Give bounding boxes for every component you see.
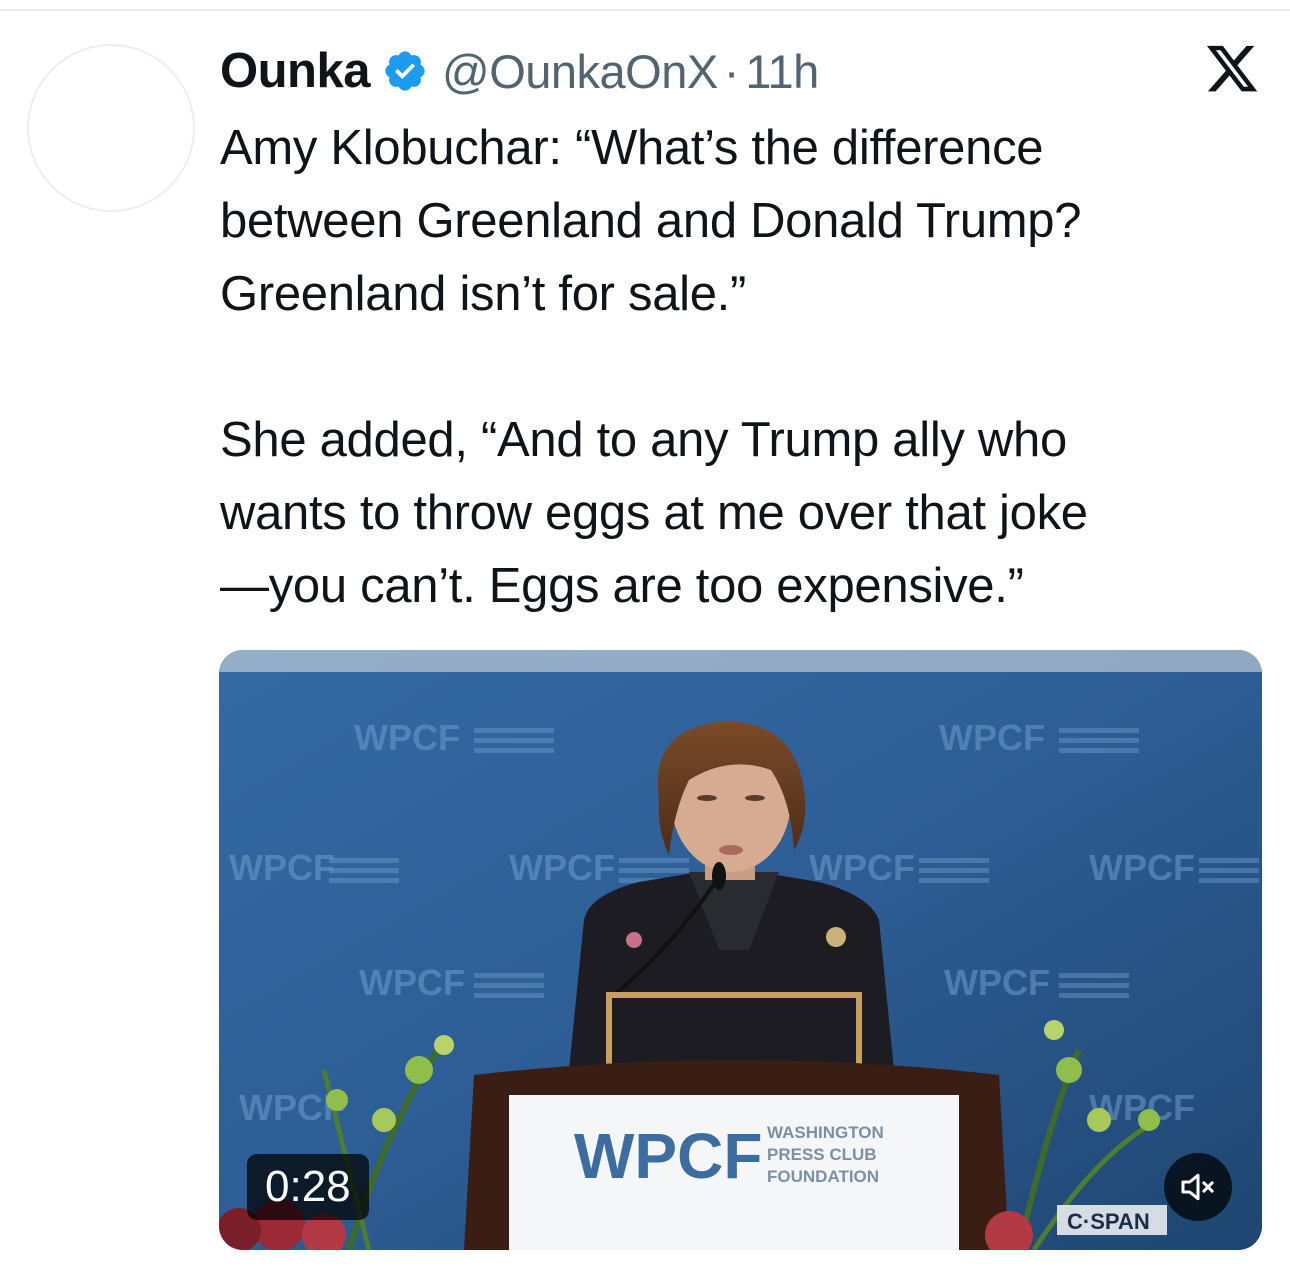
podium-org-line: FOUNDATION <box>767 1167 879 1186</box>
speaker-muted-icon <box>1181 1173 1214 1201</box>
tweet-line: Amy Klobuchar: “What’s the difference <box>220 121 1044 175</box>
tweet-header: Ounka @OunkaOnX · 11h <box>220 38 819 104</box>
top-divider <box>0 9 1290 11</box>
video-player[interactable]: WPCF WPCF WPCF WPCF WPCF WPCF WPCF WPCF … <box>219 650 1262 1250</box>
tweet-line: wants to throw eggs at me over that joke <box>220 486 1088 540</box>
video-frame: WPCF WPCF WPCF WPCF WPCF WPCF WPCF WPCF … <box>219 650 1262 1250</box>
backdrop-logo: WPCF <box>944 962 1050 1003</box>
backdrop-logo: WPCF <box>809 847 915 888</box>
tweet-line: between Greenland and Donald Trump? <box>220 194 1082 248</box>
display-name[interactable]: Ounka <box>220 43 370 99</box>
tweet-line: —you can’t. Eggs are too expensive.” <box>220 559 1024 613</box>
backdrop-logo: WPCF <box>509 847 615 888</box>
backdrop-logo: WPCF <box>229 847 335 888</box>
broadcaster-logo: C·SPAN <box>1067 1209 1150 1234</box>
video-duration-badge: 0:28 <box>247 1154 369 1220</box>
tweet-line: She added, “And to any Trump ally who <box>220 413 1067 467</box>
backdrop-logo: WPCF <box>354 717 460 758</box>
verified-badge-icon <box>382 48 428 94</box>
tweet-text: Amy Klobuchar: “What’s the difference be… <box>220 112 1270 623</box>
avatar[interactable] <box>27 44 195 212</box>
backdrop-logo: WPCF <box>359 962 465 1003</box>
podium-org-line: PRESS CLUB <box>767 1145 877 1164</box>
podium-logo: WPCF <box>574 1120 762 1192</box>
tweet-line: Greenland isn’t for sale.” <box>220 267 747 321</box>
backdrop-logo: WPCF <box>939 717 1045 758</box>
separator-dot: · <box>723 44 740 98</box>
x-logo-icon[interactable] <box>1204 45 1260 97</box>
backdrop-logo: WPCF <box>1089 847 1195 888</box>
timestamp[interactable]: 11h <box>745 44 819 99</box>
user-handle[interactable]: @OunkaOnX <box>442 44 718 99</box>
podium-org-line: WASHINGTON <box>767 1123 884 1142</box>
mute-button[interactable] <box>1164 1153 1232 1221</box>
